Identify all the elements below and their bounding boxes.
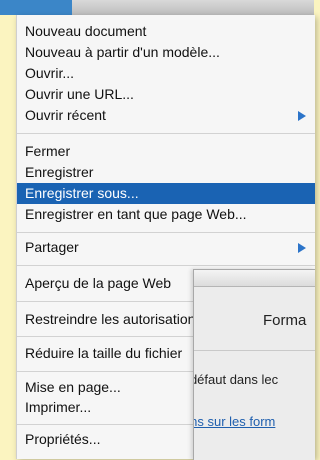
open-recent-chevron-right-icon: [298, 111, 306, 121]
menu-separator: [17, 232, 315, 233]
menu-item-open-recent[interactable]: Ouvrir récent: [17, 105, 315, 126]
menu-item-close[interactable]: Fermer: [17, 141, 315, 162]
background-dialog-window: Forma r défaut dans lec ions sur les for…: [193, 269, 315, 460]
share-chevron-right-icon: [298, 243, 306, 253]
title-bar-strip: [0, 0, 314, 15]
menu-item-save[interactable]: Enregistrer: [17, 162, 315, 183]
menu-item-new-document[interactable]: Nouveau document: [17, 21, 315, 42]
menu-separator: [17, 133, 315, 134]
menu-item-share[interactable]: Partager: [17, 237, 315, 258]
menu-item-open[interactable]: Ouvrir...: [17, 63, 315, 84]
dialog-title-bar: [194, 270, 315, 287]
menu-item-new-from-template[interactable]: Nouveau à partir d'un modèle...: [17, 42, 315, 63]
menu-bar-selected-tab[interactable]: [0, 0, 72, 15]
dialog-format-options-link[interactable]: ions sur les form: [194, 414, 275, 429]
menu-item-save-as-web-page[interactable]: Enregistrer en tant que page Web...: [17, 204, 315, 225]
dialog-divider: [194, 350, 315, 351]
menu-separator: [17, 265, 315, 266]
dialog-title: Forma: [263, 312, 307, 329]
toolbar-strip: [72, 0, 314, 15]
menu-item-save-as[interactable]: Enregistrer sous...: [17, 183, 315, 204]
dialog-default-text: r défaut dans lec: [193, 372, 279, 387]
menu-item-open-url[interactable]: Ouvrir une URL...: [17, 84, 315, 105]
